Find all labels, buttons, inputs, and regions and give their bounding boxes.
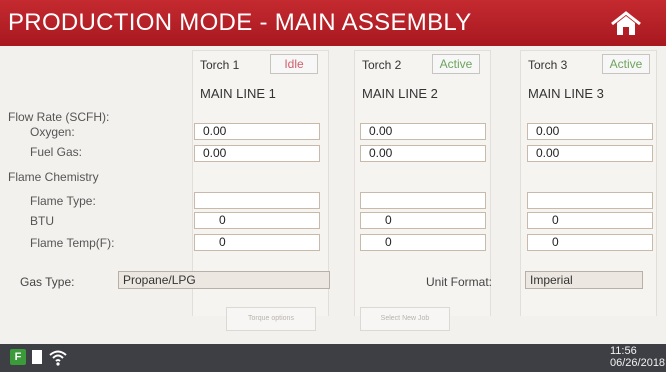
gas-type-label: Gas Type: xyxy=(20,275,75,289)
flame-temp-label: Flame Temp(F): xyxy=(30,236,115,250)
f-icon[interactable]: F xyxy=(10,349,26,365)
torch-3-fuel-gas-field[interactable]: 0.00 xyxy=(527,145,653,162)
torch-2-fuel-gas-field[interactable]: 0.00 xyxy=(360,145,486,162)
gas-type-field[interactable]: Propane/LPG xyxy=(118,271,330,289)
fuel-gas-label: Fuel Gas: xyxy=(30,145,83,159)
production-mode-screen: PRODUCTION MODE - MAIN ASSEMBLY Torch 1 … xyxy=(0,0,666,372)
header-bar: PRODUCTION MODE - MAIN ASSEMBLY xyxy=(0,0,666,46)
torch-3-line: MAIN LINE 3 xyxy=(528,86,604,101)
torch-3-status-badge[interactable]: Active xyxy=(602,54,650,74)
clock-time: 11:56 xyxy=(610,345,637,357)
flow-rate-heading: Flow Rate (SCFH): xyxy=(8,110,110,124)
torch-2-line: MAIN LINE 2 xyxy=(362,86,438,101)
wifi-icon xyxy=(49,350,67,366)
sd-card-icon xyxy=(32,350,42,364)
torch-3-oxygen-field[interactable]: 0.00 xyxy=(527,123,653,140)
flame-chemistry-heading: Flame Chemistry xyxy=(8,170,99,184)
torque-options-button[interactable]: Torque options xyxy=(226,307,316,331)
torch-2-name: Torch 2 xyxy=(362,58,402,72)
select-new-job-button[interactable]: Select New Job xyxy=(360,307,450,331)
torch-2-flame-temp-field[interactable]: 0 xyxy=(360,234,486,251)
home-button[interactable] xyxy=(608,10,644,38)
flame-type-label: Flame Type: xyxy=(30,194,96,208)
torch-3-name: Torch 3 xyxy=(528,58,568,72)
unit-format-field[interactable]: Imperial xyxy=(525,271,643,289)
status-bar: F 11:56 06/26/2018 xyxy=(0,344,666,372)
torch-3-btu-field[interactable]: 0 xyxy=(527,212,653,229)
torch-1-line: MAIN LINE 1 xyxy=(200,86,276,101)
torch-1-btu-field[interactable]: 0 xyxy=(194,212,320,229)
btu-label: BTU xyxy=(30,214,54,228)
page-title: PRODUCTION MODE - MAIN ASSEMBLY xyxy=(8,9,472,36)
torch-1-oxygen-field[interactable]: 0.00 xyxy=(194,123,320,140)
torch-1-fuel-gas-field[interactable]: 0.00 xyxy=(194,145,320,162)
torch-1-status-badge[interactable]: Idle xyxy=(270,54,318,74)
torch-3-flame-type-field[interactable] xyxy=(527,192,653,209)
torch-1-flame-type-field[interactable] xyxy=(194,192,320,209)
oxygen-label: Oxygen: xyxy=(30,125,75,139)
torch-2-oxygen-field[interactable]: 0.00 xyxy=(360,123,486,140)
torch-1-flame-temp-field[interactable]: 0 xyxy=(194,234,320,251)
torch-2-status-badge[interactable]: Active xyxy=(432,54,480,74)
home-icon xyxy=(611,11,641,35)
unit-format-label: Unit Format: xyxy=(426,275,493,289)
clock-date: 06/26/2018 xyxy=(610,357,666,369)
torch-3-flame-temp-field[interactable]: 0 xyxy=(527,234,653,251)
torch-2-btu-field[interactable]: 0 xyxy=(360,212,486,229)
torch-2-flame-type-field[interactable] xyxy=(360,192,486,209)
torch-1-name: Torch 1 xyxy=(200,58,240,72)
